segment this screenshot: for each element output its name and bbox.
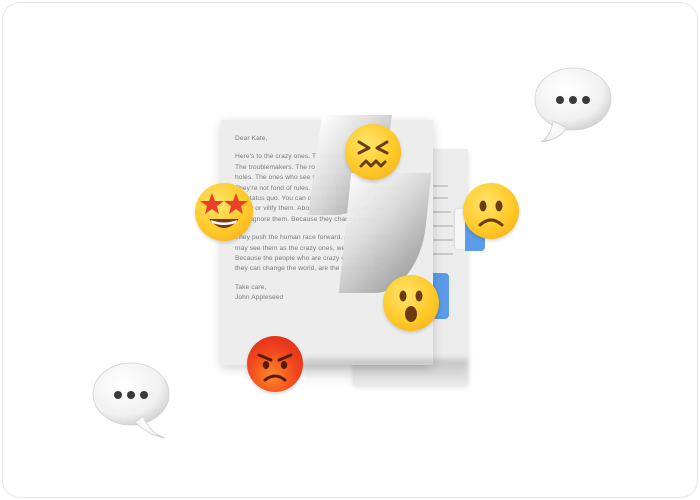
hushed-face-icon (383, 275, 439, 331)
angry-face-icon (247, 336, 303, 392)
illustration-card: Dear Kate, Here's to the crazy ones. The… (2, 2, 698, 498)
speech-bubble-icon (91, 360, 171, 440)
document-shadow (303, 359, 468, 385)
frowning-face-icon (463, 183, 519, 239)
confounded-face-icon (345, 124, 401, 180)
speech-bubble-icon (533, 66, 613, 144)
star-struck-face-icon (195, 183, 253, 241)
